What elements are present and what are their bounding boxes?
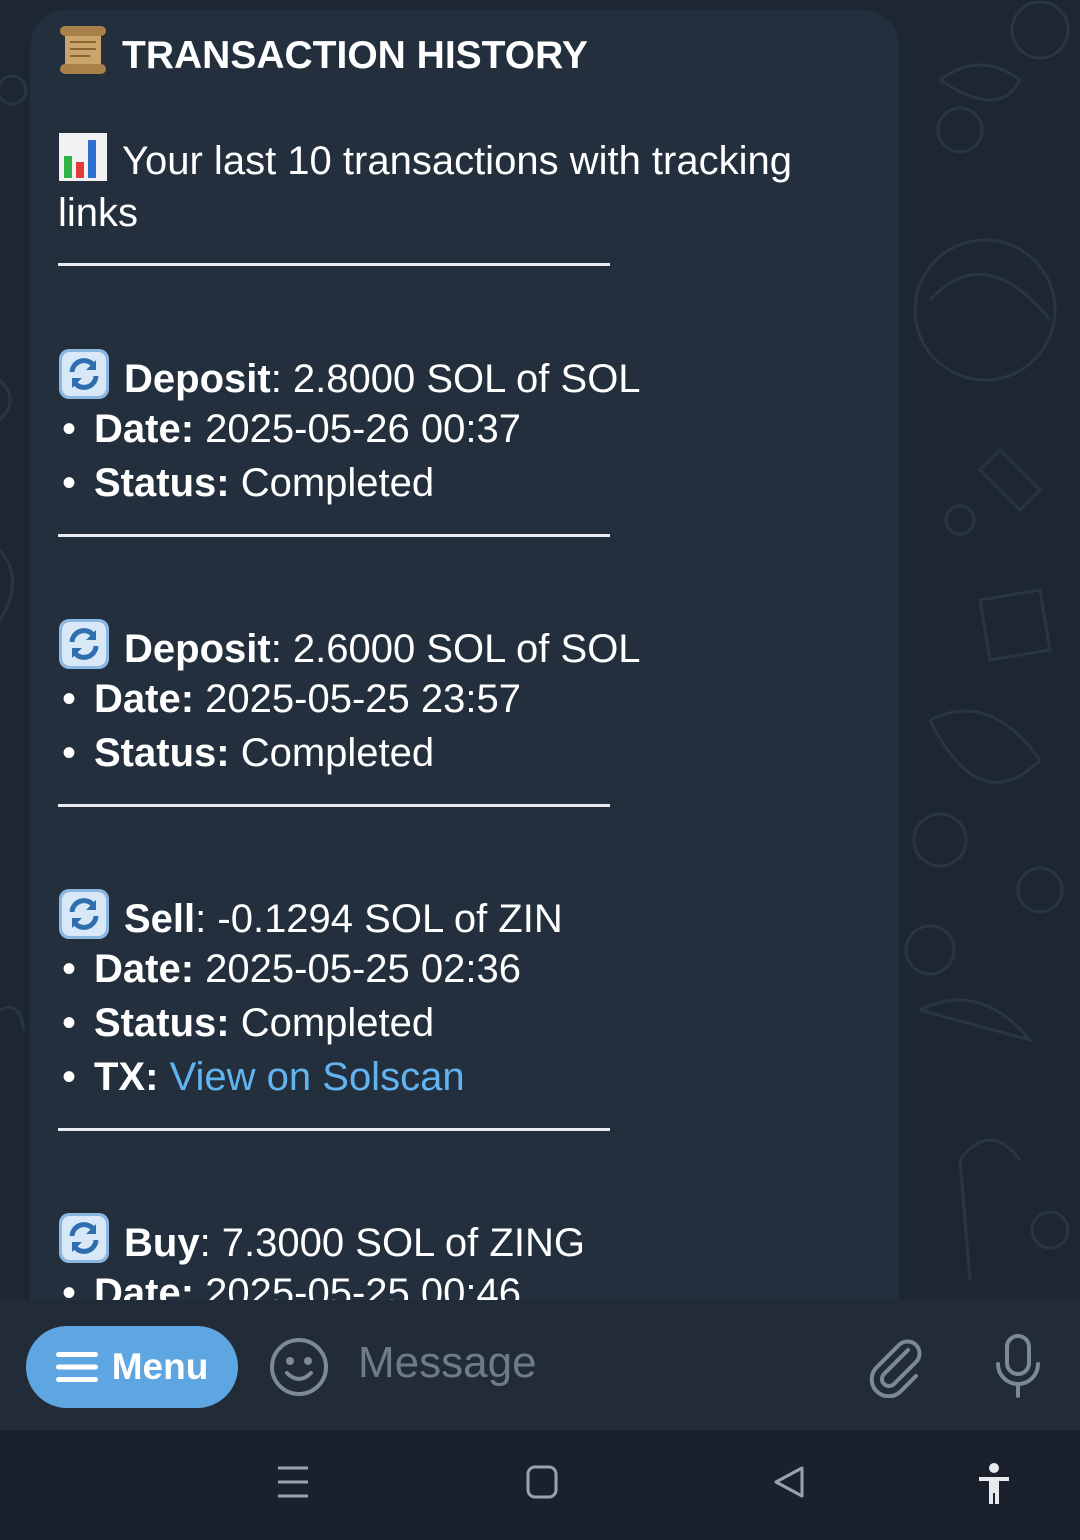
- transaction-tx: • TX: View on Solscan: [58, 1050, 465, 1104]
- solscan-link[interactable]: View on Solscan: [170, 1055, 465, 1099]
- message-bubble: TRANSACTION HISTORY Your last 10 transac…: [30, 10, 899, 1310]
- scroll-icon: [58, 24, 108, 91]
- divider: [58, 1128, 610, 1131]
- subtitle-line1: Your last 10 transactions with tracking: [122, 139, 792, 183]
- hamburger-icon: [55, 1352, 98, 1382]
- subtitle-line2: links: [58, 191, 139, 235]
- bullet: •: [62, 1001, 77, 1045]
- transaction-date: • Date: 2025-05-25 02:36: [58, 942, 521, 996]
- emoji-button[interactable]: [268, 1336, 330, 1403]
- date-label: Date:: [94, 407, 195, 451]
- status-value: Completed: [229, 461, 435, 505]
- transaction-status: • Status: Completed: [58, 996, 434, 1050]
- status-value: Completed: [229, 731, 435, 775]
- transaction-type: Buy: [124, 1221, 200, 1265]
- transaction-amount: : 7.3000 SOL of ZING: [199, 1221, 585, 1265]
- system-navigation-bar: [0, 1430, 1080, 1540]
- transaction-type: Deposit: [124, 357, 271, 401]
- divider: [58, 263, 610, 266]
- message-header: TRANSACTION HISTORY: [58, 24, 588, 91]
- bullet: •: [62, 461, 77, 505]
- status-label: Status:: [94, 731, 230, 775]
- date-label: Date:: [94, 677, 195, 721]
- status-label: Status:: [94, 461, 230, 505]
- home-button[interactable]: [525, 1464, 559, 1505]
- menu-button-label: Menu: [111, 1346, 209, 1387]
- transaction-amount: : 2.6000 SOL of SOL: [270, 627, 641, 671]
- menu-button[interactable]: Menu: [26, 1326, 238, 1408]
- transaction-status: • Status: Completed: [58, 456, 434, 510]
- date-value: 2025-05-26 00:37: [194, 407, 521, 451]
- date-value: 2025-05-25 23:57: [194, 677, 521, 721]
- attach-button[interactable]: [866, 1336, 926, 1403]
- date-label: Date:: [94, 947, 195, 991]
- transaction-amount: : -0.1294 SOL of ZIN: [195, 897, 563, 941]
- bullet: •: [62, 731, 77, 775]
- divider: [58, 804, 610, 807]
- tx-label: TX:: [94, 1055, 159, 1099]
- recent-apps-button[interactable]: [276, 1464, 310, 1505]
- bullet: •: [62, 407, 77, 451]
- transaction-type: Deposit: [124, 627, 271, 671]
- transaction-amount: : 2.8000 SOL of SOL: [270, 357, 641, 401]
- recent-apps-icon: [278, 1466, 308, 1498]
- transaction-status: • Status: Completed: [58, 726, 434, 780]
- accessibility-button[interactable]: [976, 1462, 1012, 1511]
- back-button[interactable]: [772, 1464, 806, 1505]
- smiley-icon: [270, 1338, 328, 1396]
- back-icon: [774, 1466, 804, 1498]
- paperclip-icon: [869, 1339, 922, 1399]
- mic-button[interactable]: [990, 1332, 1046, 1407]
- accessibility-icon: [979, 1463, 1009, 1504]
- transaction-date: • Date: 2025-05-26 00:37: [58, 402, 521, 456]
- transaction-date: • Date: 2025-05-25 23:57: [58, 672, 521, 726]
- home-icon: [526, 1465, 558, 1499]
- microphone-icon: [996, 1334, 1040, 1398]
- message-input[interactable]: Message: [358, 1338, 537, 1388]
- status-value: Completed: [229, 1001, 435, 1045]
- message-input-bar: Menu Message: [0, 1300, 1080, 1430]
- divider: [58, 534, 610, 537]
- transaction-type: Sell: [124, 897, 196, 941]
- bullet: •: [62, 1055, 77, 1099]
- bullet: •: [62, 947, 77, 991]
- bullet: •: [62, 677, 77, 721]
- page-title: TRANSACTION HISTORY: [122, 34, 588, 77]
- status-label: Status:: [94, 1001, 230, 1045]
- subtitle: Your last 10 transactions with tracking: [58, 132, 792, 196]
- date-value: 2025-05-25 02:36: [194, 947, 521, 991]
